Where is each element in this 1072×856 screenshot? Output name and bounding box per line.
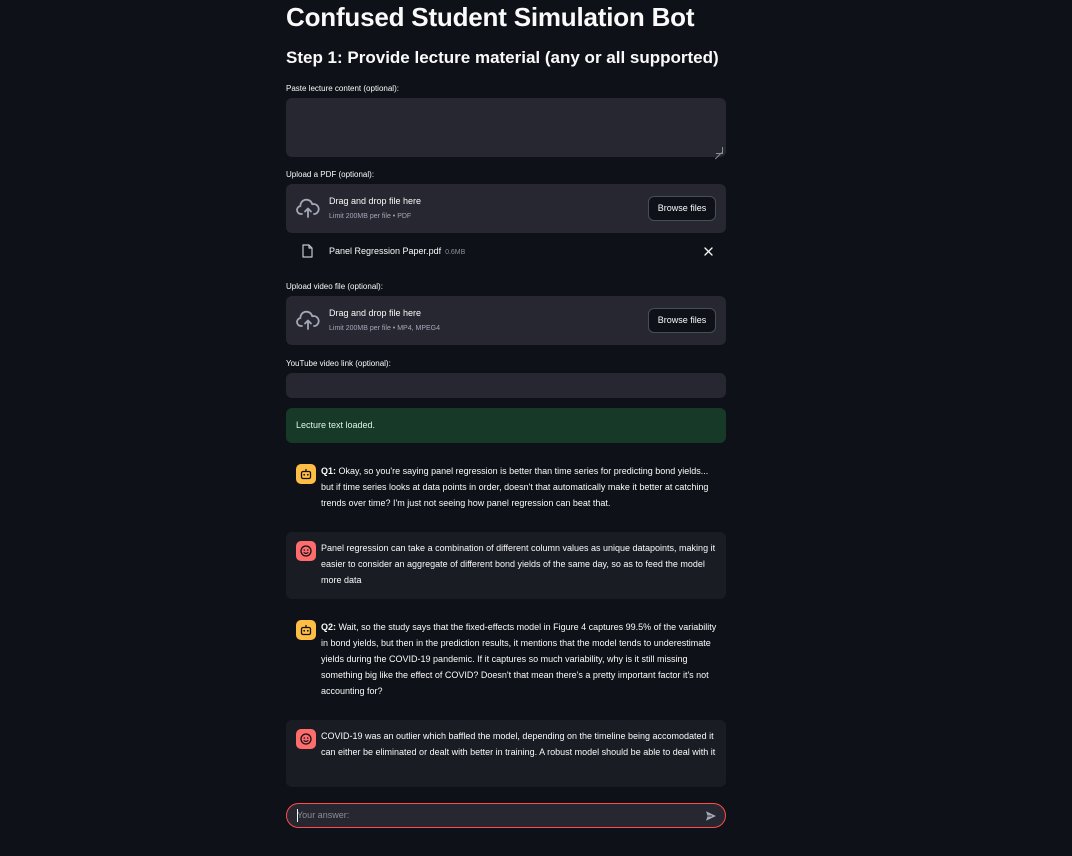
file-name-text: Panel Regression Paper.pdf <box>329 246 442 256</box>
youtube-link-input[interactable] <box>286 373 726 398</box>
remove-file-icon[interactable] <box>703 246 714 257</box>
file-icon <box>302 244 313 258</box>
message-text: Q1: Okay, so you're saying panel regress… <box>321 463 721 511</box>
robot-icon <box>300 468 312 480</box>
question-number: Q2: <box>321 622 337 632</box>
video-drop-title: Drag and drop file here <box>329 308 422 318</box>
lecture-text-label: Paste lecture content (optional): <box>286 84 399 93</box>
question-number: Q1: <box>321 466 337 476</box>
resize-handle-icon[interactable] <box>716 147 723 154</box>
chat-answer-input[interactable]: Your answer: <box>286 803 726 828</box>
cloud-upload-icon <box>296 310 320 330</box>
chat-message-user: Panel regression can take a combination … <box>286 532 726 599</box>
text-caret <box>297 809 298 822</box>
video-upload-label: Upload video file (optional): <box>286 282 383 291</box>
smiley-face-icon <box>300 733 312 745</box>
pdf-dropzone[interactable]: Drag and drop file here Limit 200MB per … <box>286 184 726 233</box>
robot-icon <box>300 624 312 636</box>
uploaded-file-row: Panel Regression Paper.pdf 0.6MB <box>286 240 726 264</box>
send-icon[interactable] <box>705 810 717 822</box>
youtube-link-label: YouTube video link (optional): <box>286 359 391 368</box>
message-body: Wait, so the study says that the fixed-e… <box>321 622 717 696</box>
step-heading: Step 1: Provide lecture material (any or… <box>286 48 719 67</box>
user-avatar <box>296 729 316 749</box>
video-limit-text: Limit 200MB per file • MP4, MPEG4 <box>329 325 440 332</box>
message-text: COVID-19 was an outlier which baffled th… <box>321 731 716 757</box>
page-title: Confused Student Simulation Bot <box>286 2 695 32</box>
cloud-upload-icon <box>296 198 320 218</box>
pdf-upload-label: Upload a PDF (optional): <box>286 170 375 179</box>
video-browse-button[interactable]: Browse files <box>648 308 716 333</box>
user-avatar <box>296 541 316 561</box>
pdf-limit-text: Limit 200MB per file • PDF <box>329 213 412 220</box>
pdf-browse-button[interactable]: Browse files <box>648 196 716 221</box>
bot-avatar <box>296 464 316 484</box>
message-text: Panel regression can take a combination … <box>321 543 716 585</box>
chat-message-bot: Q2: Wait, so the study says that the fix… <box>286 611 726 709</box>
success-alert: Lecture text loaded. <box>286 408 726 443</box>
pdf-drop-title: Drag and drop file here <box>329 196 422 206</box>
file-size: 0.6MB <box>445 249 466 256</box>
message-body: Okay, so you're saying panel regression … <box>321 466 709 508</box>
chat-message-user: COVID-19 was an outlier which baffled th… <box>286 720 726 787</box>
success-text: Lecture text loaded. <box>296 420 376 430</box>
smiley-face-icon <box>300 545 312 557</box>
bot-avatar <box>296 620 316 640</box>
message-text: Q2: Wait, so the study says that the fix… <box>321 619 721 699</box>
chat-message-bot: Q1: Okay, so you're saying panel regress… <box>286 455 726 521</box>
uploaded-file-name: Panel Regression Paper.pdf 0.6MB <box>329 246 465 256</box>
video-dropzone[interactable]: Drag and drop file here Limit 200MB per … <box>286 296 726 345</box>
chat-input-placeholder: Your answer: <box>297 810 350 820</box>
lecture-text-area[interactable] <box>286 98 726 157</box>
